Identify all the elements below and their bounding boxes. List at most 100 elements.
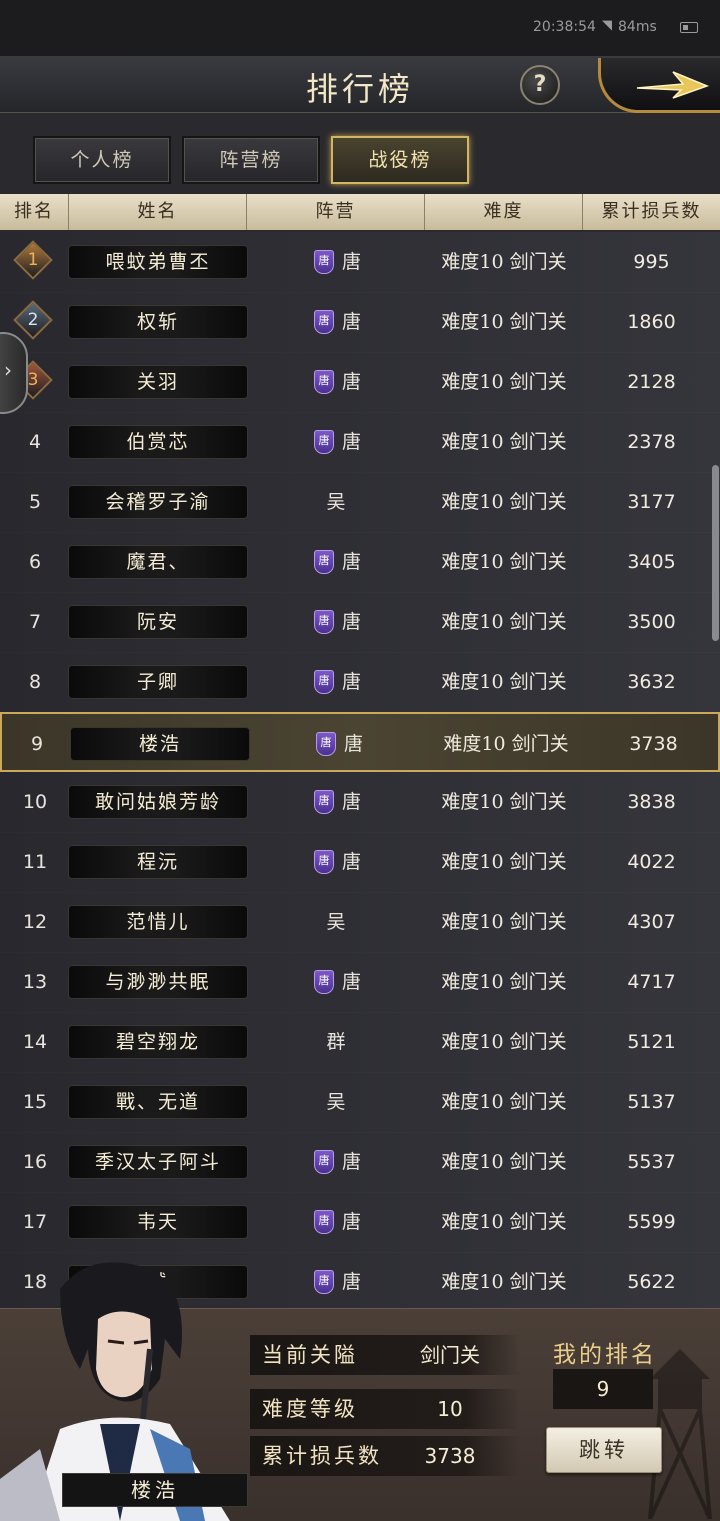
player-name[interactable]: 关羽 xyxy=(68,365,248,399)
faction-cell: 唐唐 xyxy=(250,412,422,472)
column-header-difficulty: 难度 xyxy=(425,194,583,230)
rank-medal-icon: 1 xyxy=(13,240,53,280)
scrollbar[interactable] xyxy=(712,465,719,641)
side-drawer-handle[interactable]: › xyxy=(0,332,28,414)
difficulty-level-row: 难度等级 10 xyxy=(250,1389,520,1429)
faction-label: 唐 xyxy=(342,1271,362,1293)
table-row[interactable]: 16 季汉太子阿斗唐唐难度10 剑门关 5537 xyxy=(0,1132,720,1193)
jump-button[interactable]: 跳转 xyxy=(546,1427,662,1473)
difficulty-cell: 难度10 剑门关 xyxy=(441,551,567,573)
faction-label: 唐 xyxy=(342,791,362,813)
player-name[interactable]: 与渺渺共眠 xyxy=(68,965,248,999)
tab-personal[interactable]: 个人榜 xyxy=(33,136,171,184)
player-name[interactable]: 喂蚊弟曹丕 xyxy=(68,245,248,279)
difficulty-cell: 难度10 剑门关 xyxy=(441,671,567,693)
losses-cell: 3177 xyxy=(627,491,676,513)
losses-cell: 5137 xyxy=(627,1091,676,1113)
difficulty-cell: 难度10 剑门关 xyxy=(441,1211,567,1233)
help-button[interactable]: ? xyxy=(520,65,560,105)
tab-bar: 个人榜 阵营榜 战役榜 xyxy=(0,136,720,184)
losses-cell: 4307 xyxy=(627,911,676,933)
difficulty-cell: 难度10 剑门关 xyxy=(443,733,569,755)
player-name[interactable]: 魔君、 xyxy=(68,545,248,579)
player-summary-panel: 楼浩 当前关隘 剑门关 难度等级 10 累计损兵数 3738 我的排名 9 跳转 xyxy=(0,1262,720,1521)
faction-cell: 唐唐 xyxy=(250,772,422,832)
difficulty-cell: 难度10 剑门关 xyxy=(441,1031,567,1053)
faction-shield-icon: 唐 xyxy=(314,850,334,874)
table-row[interactable]: 15 戰、无道 吴 难度10 剑门关 5137 xyxy=(0,1072,720,1133)
current-pass-value: 剑门关 xyxy=(420,1343,480,1367)
faction-label: 吴 xyxy=(326,491,346,513)
player-name[interactable]: 碧空翔龙 xyxy=(68,1025,248,1059)
faction-label: 唐 xyxy=(342,611,362,633)
faction-label: 唐 xyxy=(342,971,362,993)
table-row[interactable]: 6 魔君、唐唐难度10 剑门关 3405 xyxy=(0,532,720,593)
losses-cell: 1860 xyxy=(627,311,676,333)
player-name[interactable]: 会稽罗子渝 xyxy=(68,485,248,519)
faction-shield-icon: 唐 xyxy=(314,430,334,454)
table-row[interactable]: 13 与渺渺共眠唐唐难度10 剑门关 4717 xyxy=(0,952,720,1013)
difficulty-level-label: 难度等级 xyxy=(262,1397,358,1421)
rank-number: 2 xyxy=(27,310,39,330)
table-row[interactable]: 4 伯赏芯唐唐难度10 剑门关 2378 xyxy=(0,412,720,473)
player-name[interactable]: 子卿 xyxy=(68,665,248,699)
player-name[interactable]: 戰、无道 xyxy=(68,1085,248,1119)
back-button[interactable] xyxy=(598,58,720,113)
table-row[interactable]: 7 阮安唐唐难度10 剑门关 3500 xyxy=(0,592,720,653)
tab-faction[interactable]: 阵营榜 xyxy=(182,136,320,184)
faction-cell: 吴 xyxy=(250,892,422,952)
table-row[interactable]: 17 韦天唐唐难度10 剑门关 5599 xyxy=(0,1192,720,1253)
losses-cell: 3500 xyxy=(627,611,676,633)
table-row[interactable]: 1 喂蚊弟曹丕唐唐难度10 剑门关 995 xyxy=(0,232,720,293)
difficulty-cell: 难度10 剑门关 xyxy=(441,431,567,453)
difficulty-cell: 难度10 剑门关 xyxy=(441,491,567,513)
table-row[interactable]: 12 范惜儿 吴 难度10 剑门关 4307 xyxy=(0,892,720,953)
difficulty-cell: 难度10 剑门关 xyxy=(441,1091,567,1113)
title-bar: 排行榜 ? xyxy=(0,56,720,113)
player-name[interactable]: 韦天 xyxy=(68,1205,248,1239)
faction-shield-icon: 唐 xyxy=(316,732,336,756)
status-bar: 20:38:54 ◥ 84ms xyxy=(0,0,720,56)
faction-shield-icon: 唐 xyxy=(314,550,334,574)
faction-cell: 唐唐 xyxy=(250,1252,422,1308)
player-name[interactable]: 阮安 xyxy=(68,605,248,639)
player-name[interactable]: 范惜儿 xyxy=(68,905,248,939)
faction-shield-icon: 唐 xyxy=(314,790,334,814)
table-row[interactable]: 11 程沅唐唐难度10 剑门关 4022 xyxy=(0,832,720,893)
faction-cell: 群 xyxy=(250,1012,422,1072)
tab-campaign[interactable]: 战役榜 xyxy=(331,136,469,184)
player-name[interactable]: 伯赏芯 xyxy=(68,425,248,459)
faction-label: 唐 xyxy=(342,311,362,333)
faction-cell: 唐唐 xyxy=(250,952,422,1012)
table-row[interactable]: 3 关羽唐唐难度10 剑门关 2128 xyxy=(0,352,720,413)
player-name[interactable]: 程沅 xyxy=(68,845,248,879)
player-name[interactable]: 敢问姑娘芳龄 xyxy=(68,785,248,819)
rank-cell: 7 xyxy=(28,611,42,633)
player-name[interactable]: 季汉太子阿斗 xyxy=(68,1145,248,1179)
current-pass-row: 当前关隘 剑门关 xyxy=(250,1335,520,1375)
player-name[interactable]: 楼浩 xyxy=(70,727,250,761)
faction-label: 唐 xyxy=(342,431,362,453)
rank-cell: 10 xyxy=(22,791,48,813)
faction-cell: 唐唐 xyxy=(250,832,422,892)
current-pass-label: 当前关隘 xyxy=(262,1343,358,1367)
faction-shield-icon: 唐 xyxy=(314,670,334,694)
table-row[interactable]: 14 碧空翔龙 群 难度10 剑门关 5121 xyxy=(0,1012,720,1073)
ranking-list[interactable]: 1 喂蚊弟曹丕唐唐难度10 剑门关 995 2 权斩唐唐难度10 剑门关 1860 3 关羽唐… xyxy=(0,232,720,1308)
faction-label: 吴 xyxy=(326,1091,346,1113)
difficulty-cell: 难度10 剑门关 xyxy=(441,791,567,813)
status-time: 20:38:54 xyxy=(533,19,596,35)
faction-shield-icon: 唐 xyxy=(314,970,334,994)
rank-cell: 15 xyxy=(22,1091,48,1113)
faction-label: 群 xyxy=(326,1031,346,1053)
table-row[interactable]: 2 权斩唐唐难度10 剑门关 1860 xyxy=(0,292,720,353)
losses-cell: 3632 xyxy=(627,671,676,693)
table-row[interactable]: 5 会稽罗子渝 吴 难度10 剑门关 3177 xyxy=(0,472,720,533)
player-name[interactable]: 权斩 xyxy=(68,305,248,339)
table-row[interactable]: 10 敢问姑娘芳龄唐唐难度10 剑门关 3838 xyxy=(0,772,720,833)
faction-cell: 唐唐 xyxy=(250,1192,422,1252)
table-row[interactable]: 8 子卿唐唐难度10 剑门关 3632 xyxy=(0,652,720,713)
rank-cell: 1 xyxy=(0,232,70,292)
table-row[interactable]: 9 楼浩唐唐难度10 剑门关 3738 xyxy=(0,712,720,772)
losses-cell: 4022 xyxy=(627,851,676,873)
